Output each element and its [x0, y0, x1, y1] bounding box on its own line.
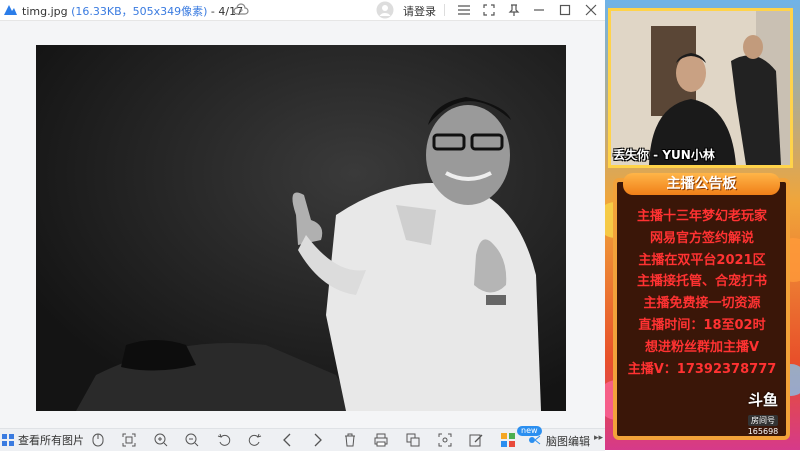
- chevron-right-icon[interactable]: ▸▸: [594, 433, 603, 443]
- title-bar: timg.jpg (16.33KB，505x349像素) - 4/17 请登录: [0, 0, 605, 21]
- apps-icon[interactable]: [499, 431, 517, 449]
- announcement-line: 主播接托管、合宠打书: [636, 274, 767, 290]
- print-icon[interactable]: [372, 431, 390, 449]
- copy-icon[interactable]: [404, 431, 422, 449]
- announcement-board-title: 主播公告板: [623, 173, 780, 195]
- room-number: 165698: [747, 427, 779, 436]
- platform-watermark: 斗鱼 房间号 165698: [742, 392, 784, 437]
- user-avatar-icon[interactable]: [376, 1, 394, 19]
- menu-icon[interactable]: [455, 1, 473, 19]
- mouse-icon[interactable]: [89, 431, 107, 449]
- next-icon[interactable]: [309, 431, 327, 449]
- announcement-line: 主播十三年梦幻老玩家: [636, 209, 767, 224]
- delete-icon[interactable]: [341, 431, 359, 449]
- rotate-right-icon[interactable]: [246, 431, 264, 449]
- platform-logo: 斗鱼: [747, 391, 778, 409]
- fit-screen-icon[interactable]: [120, 431, 138, 449]
- bottom-toolbar: 查看所有图片 new 脑图编辑 ▸▸: [0, 426, 605, 451]
- announcement-line: 网易官方签约解说: [649, 230, 754, 246]
- maximize-icon[interactable]: [556, 1, 574, 19]
- view-all-pictures-label: 查看所有图片: [18, 434, 84, 447]
- announcement-line: 主播免费接一切资源: [643, 296, 761, 312]
- displayed-photo[interactable]: [36, 45, 566, 411]
- window-title: timg.jpg (16.33KB，505x349像素) - 4/17: [22, 3, 243, 19]
- announcement-line: 直播时间：18至02时: [638, 317, 766, 333]
- image-canvas: [0, 21, 605, 425]
- mind-map-edit-button[interactable]: 脑图编辑: [546, 433, 590, 449]
- edit-icon[interactable]: [467, 431, 485, 449]
- webcam-feed: 丢失你 - YUN小林: [608, 8, 793, 168]
- filename: timg.jpg: [22, 5, 68, 18]
- login-link[interactable]: 请登录: [403, 3, 436, 19]
- announcement-line: 想进粉丝群加主播V: [644, 339, 760, 355]
- fullscreen-icon[interactable]: [480, 1, 498, 19]
- image-viewer-window: timg.jpg (16.33KB，505x349像素) - 4/17 请登录: [0, 0, 605, 451]
- zoom-in-icon[interactable]: [152, 431, 170, 449]
- stream-caption: 丢失你 - YUN小林: [613, 148, 715, 162]
- cloud-upload-icon[interactable]: [233, 2, 249, 18]
- prev-icon[interactable]: [278, 431, 296, 449]
- announcement-line: 主播在双平台2021区: [638, 252, 766, 268]
- pin-icon[interactable]: [505, 1, 523, 19]
- room-number-label: 房间号: [748, 415, 778, 426]
- app-logo-icon: [4, 5, 17, 15]
- view-all-pictures-button[interactable]: 查看所有图片: [2, 432, 84, 448]
- image-meta: (16.33KB，505x349像素): [71, 5, 208, 18]
- mind-map-icon[interactable]: [526, 431, 544, 449]
- crop-icon[interactable]: [436, 431, 454, 449]
- close-icon[interactable]: [582, 1, 600, 19]
- rotate-left-icon[interactable]: [215, 431, 233, 449]
- grid-icon: [2, 433, 14, 446]
- title-separator: [444, 4, 445, 16]
- announcement-line: 主播V：17392378777: [627, 361, 777, 377]
- zoom-out-icon[interactable]: [183, 431, 201, 449]
- announcement-lines: 主播十三年梦幻老玩家 网易官方签约解说 主播在双平台2021区 主播接托管、合宠…: [617, 206, 787, 380]
- minimize-icon[interactable]: [530, 1, 548, 19]
